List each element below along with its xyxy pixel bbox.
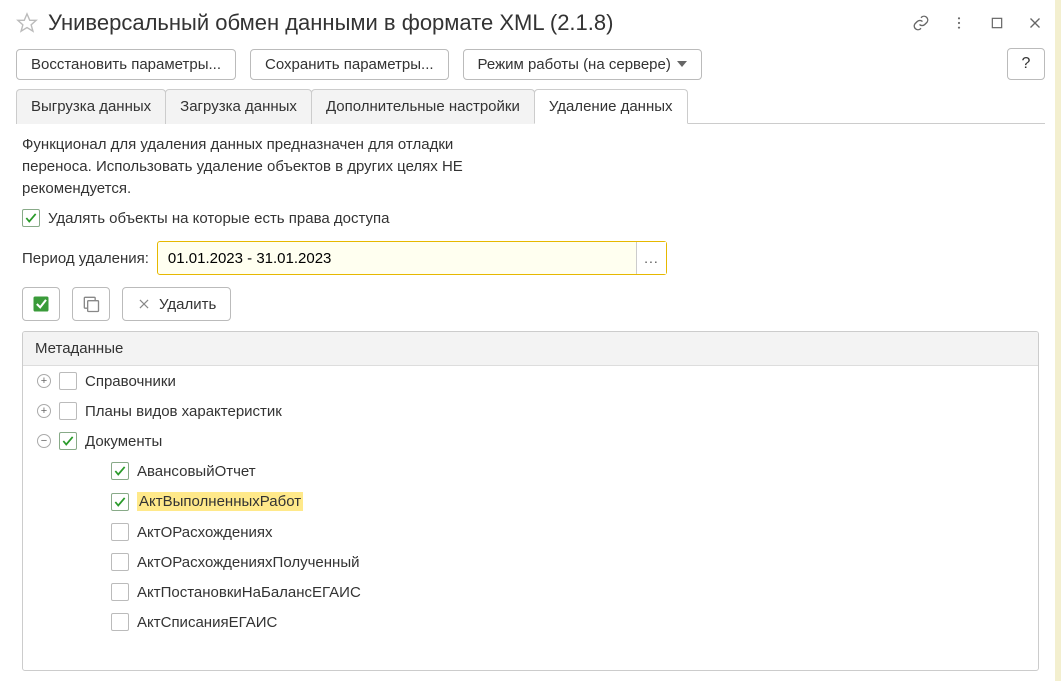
node-label: АктОРасхожденияхПолученный [137,554,359,571]
node-label: Документы [85,433,162,450]
tabs: Выгрузка данных Загрузка данных Дополнит… [16,88,1045,124]
tree-node-catalogs[interactable]: + Справочники [23,366,1038,396]
tree-node-doc-0[interactable]: АвансовыйОтчет [23,456,1038,486]
period-input[interactable] [158,242,636,274]
node-label: АктСписанияЕГАИС [137,614,277,631]
title-actions [911,13,1045,33]
desc-line-2: переноса. Использовать удаление объектов… [22,158,463,175]
expand-icon[interactable]: + [37,374,51,388]
panel-delete: Функционал для удаления данных предназна… [0,124,1061,681]
node-label: Планы видов характеристик [85,403,282,420]
description: Функционал для удаления данных предназна… [22,134,582,199]
tree-node-doc-3[interactable]: АктОРасхожденияхПолученный [23,547,1038,577]
checkbox-icon[interactable] [59,432,77,450]
tab-export[interactable]: Выгрузка данных [16,89,166,124]
tree-node-doc-5[interactable]: АктСписанияЕГАИС [23,607,1038,637]
link-icon[interactable] [911,13,931,33]
close-icon[interactable] [1025,13,1045,33]
checkbox-icon[interactable] [111,583,129,601]
node-label: АктОРасхождениях [137,524,273,541]
tree-node-doc-4[interactable]: АктПостановкиНаБалансЕГАИС [23,577,1038,607]
tab-delete[interactable]: Удаление данных [534,89,688,124]
checkbox-label: Удалять объекты на которые есть права до… [48,210,390,227]
checkbox-icon[interactable] [111,493,129,511]
period-label: Период удаления: [22,250,149,267]
delete-rights-checkbox-row[interactable]: Удалять объекты на которые есть права до… [22,209,1039,227]
chevron-down-icon [677,61,687,67]
help-button[interactable]: ? [1007,48,1045,80]
period-field: ... [157,241,667,275]
metadata-tree: Метаданные + Справочники + Планы видов х… [22,331,1039,671]
titlebar: Универсальный обмен данными в формате XM… [0,0,1061,42]
tree-node-doc-1[interactable]: АктВыполненныхРабот [23,486,1038,517]
node-label: АвансовыйОтчет [137,463,256,480]
checkbox-icon[interactable] [59,402,77,420]
checkbox-icon[interactable] [111,613,129,631]
desc-line-1: Функционал для удаления данных предназна… [22,136,453,153]
maximize-icon[interactable] [987,13,1007,33]
tree-header: Метаданные [23,332,1038,366]
period-picker-button[interactable]: ... [636,242,666,274]
save-params-button[interactable]: Сохранить параметры... [250,49,449,80]
tab-extra[interactable]: Дополнительные настройки [311,89,535,124]
collapse-icon[interactable]: − [37,434,51,448]
node-label: АктПостановкиНаБалансЕГАИС [137,584,361,601]
checkbox-icon[interactable] [111,462,129,480]
toolbar: Восстановить параметры... Сохранить пара… [0,42,1061,88]
work-mode-button[interactable]: Режим работы (на сервере) [463,49,702,80]
node-label: Справочники [85,373,176,390]
window-title: Универсальный обмен данными в формате XM… [48,10,911,36]
tree-node-documents[interactable]: − Документы [23,426,1038,456]
period-row: Период удаления: ... [22,241,1039,275]
checkbox-icon[interactable] [59,372,77,390]
tree-body[interactable]: + Справочники + Планы видов характеристи… [23,366,1038,668]
tree-node-plans[interactable]: + Планы видов характеристик [23,396,1038,426]
delete-button[interactable]: Удалить [122,287,231,321]
work-mode-label: Режим работы (на сервере) [478,56,671,73]
restore-params-button[interactable]: Восстановить параметры... [16,49,236,80]
favorite-star-icon[interactable] [16,12,38,34]
checkbox-icon[interactable] [111,523,129,541]
expand-icon[interactable]: + [37,404,51,418]
scrollbar-gutter [1055,0,1061,681]
check-all-button[interactable] [22,287,60,321]
tree-node-doc-2[interactable]: АктОРасхождениях [23,517,1038,547]
desc-line-3: рекомендуется. [22,180,131,197]
checkbox-icon[interactable] [111,553,129,571]
uncheck-all-button[interactable] [72,287,110,321]
action-row: Удалить [22,287,1039,321]
checkbox-icon[interactable] [22,209,40,227]
tab-import[interactable]: Загрузка данных [165,89,312,124]
kebab-menu-icon[interactable] [949,13,969,33]
node-label: АктВыполненныхРабот [137,492,303,511]
delete-button-label: Удалить [159,296,216,313]
